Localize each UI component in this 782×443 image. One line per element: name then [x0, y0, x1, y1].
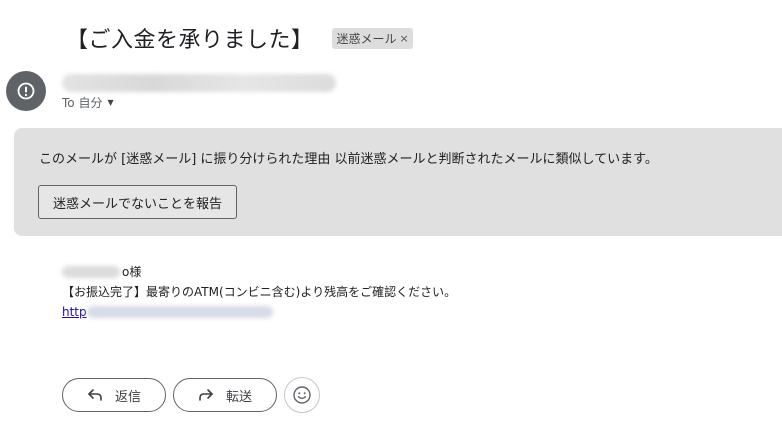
- sender-redacted: [62, 74, 336, 92]
- reply-label: 返信: [114, 389, 141, 405]
- phishing-link[interactable]: http: [62, 302, 456, 322]
- link-prefix[interactable]: http: [62, 302, 87, 322]
- subject-row: 【ご入金を承りました】 迷惑メール ×: [66, 18, 413, 58]
- body-line-2: 【お振込完了】最寄りのATM(コンビニ含む)より残高をご確認ください。: [62, 285, 457, 299]
- message-actions: 返信 転送: [62, 377, 320, 413]
- chevron-down-icon[interactable]: ▼: [107, 98, 113, 107]
- link-redacted: [86, 306, 273, 318]
- remove-label-icon[interactable]: ×: [400, 32, 409, 45]
- reply-button[interactable]: 返信: [62, 378, 166, 412]
- emoji-reaction-button[interactable]: [284, 377, 320, 413]
- reply-arrow-icon: [87, 388, 103, 402]
- sender-avatar: [6, 71, 46, 111]
- email-body: o様 【お振込完了】最寄りのATM(コンビニ含む)より残高をご確認ください。 h…: [62, 262, 456, 322]
- recipient-text: To 自分: [62, 96, 103, 110]
- email-subject: 【ご入金を承りました】: [66, 28, 314, 53]
- spam-label-text: 迷惑メール: [336, 31, 397, 46]
- forward-arrow-icon: [198, 388, 214, 402]
- spam-warning-banner: このメールが [迷惑メール] に振り分けられた理由 以前迷惑メールと判断されたメ…: [14, 128, 782, 236]
- report-not-spam-button[interactable]: 迷惑メールでないことを報告: [38, 185, 238, 219]
- greeting-line: o様: [62, 262, 456, 282]
- alert-circle-icon: [17, 82, 35, 100]
- recipient-name-redacted: [62, 266, 120, 278]
- forward-button[interactable]: 転送: [173, 378, 277, 412]
- spam-label-chip[interactable]: 迷惑メール ×: [331, 27, 413, 49]
- smiley-icon: [293, 386, 311, 404]
- greeting-suffix: o様: [122, 265, 142, 279]
- spam-warning-message: このメールが [迷惑メール] に振り分けられた理由 以前迷惑メールと判断されたメ…: [39, 152, 658, 167]
- recipient-row[interactable]: To 自分 ▼: [62, 94, 114, 111]
- forward-label: 転送: [225, 389, 252, 405]
